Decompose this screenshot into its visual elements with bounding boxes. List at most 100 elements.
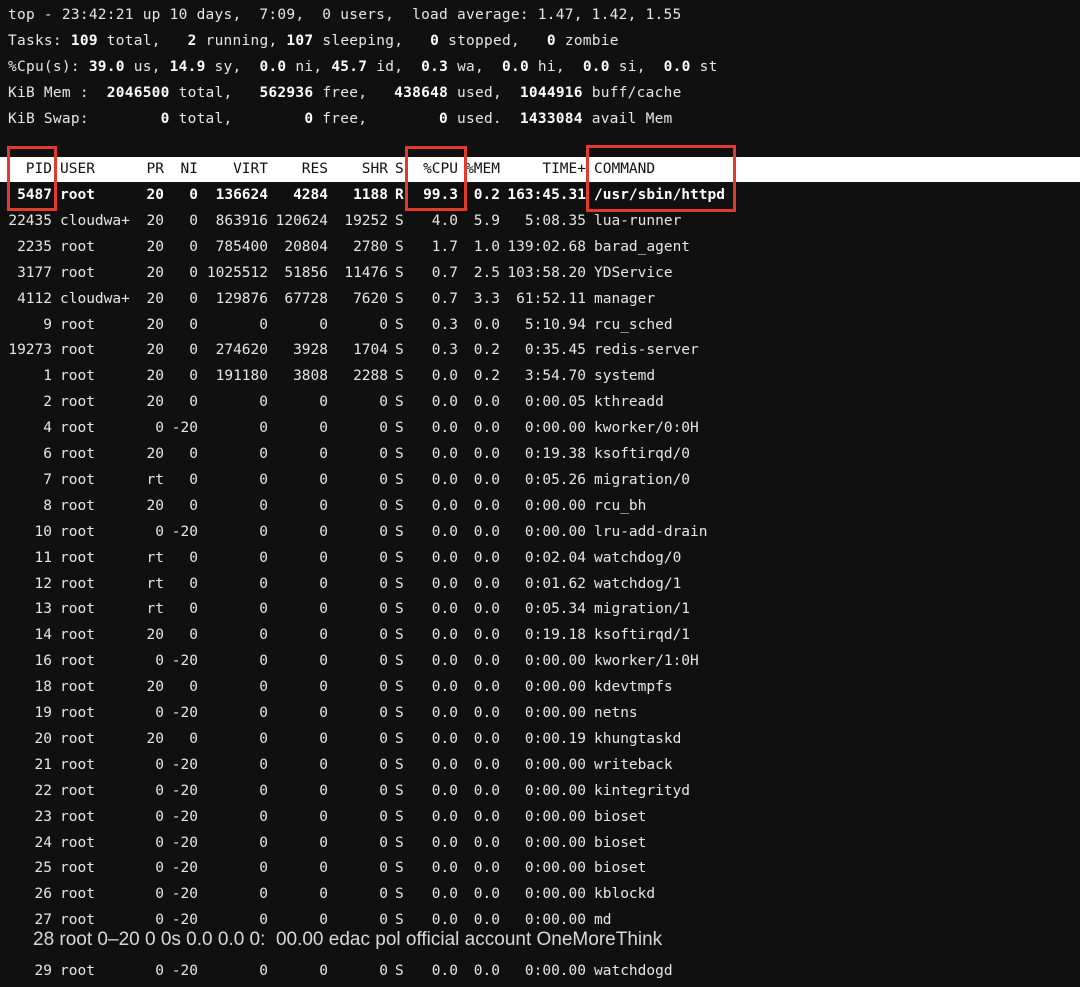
cell-pid: 21 [34, 756, 52, 773]
mem-free: 562936 [259, 85, 314, 101]
col-header-pid[interactable]: PID [8, 157, 52, 182]
col-header-mem[interactable]: %MEM [462, 157, 500, 182]
table-row[interactable]: 5487 root 20 0 136624 4284 1188 R 99.3 0.2 163:45.… [0, 182, 1080, 208]
terminal-window[interactable]: top - 23:42:21 up 10 days, 7:09, 0 users… [0, 0, 1080, 987]
cell-virt: 0 [259, 549, 268, 566]
cell-mem: 0.0 [473, 782, 500, 799]
col-header-ni[interactable]: NI [168, 157, 198, 182]
tasks-total-label: total, [97, 33, 188, 49]
cell-res: 0 [319, 575, 328, 592]
table-row[interactable]: 7 root rt 0 0 0 0 S 0.0 0.0 0:05.26 migration/0 [0, 467, 1080, 493]
table-row[interactable]: 22 root 0 -20 0 0 0 S 0.0 0.0 0:00.00 kintegrityd [0, 778, 1080, 804]
cell-time: 0:19.18 [524, 627, 586, 644]
col-header-cpu[interactable]: %CPU [416, 157, 458, 182]
cell-state: S [395, 601, 404, 618]
table-row[interactable]: 8 root 20 0 0 0 0 S 0.0 0.0 0:00.00 rcu_bh [0, 493, 1080, 519]
cell-shr: 0 [379, 601, 388, 618]
table-row[interactable]: 19273 root 20 0 274620 3928 1704 S 0.3 0.2 0:35.45… [0, 337, 1080, 363]
cell-res: 0 [319, 886, 328, 903]
tasks-running-label: running, [196, 33, 287, 49]
cell-res: 0 [319, 679, 328, 696]
table-row[interactable]: 12 root rt 0 0 0 0 S 0.0 0.0 0:01.62 watchdog/1 [0, 571, 1080, 597]
col-header-state[interactable]: S [395, 157, 409, 182]
cell-time: 139:02.68 [507, 238, 586, 255]
table-row[interactable]: 2 root 20 0 0 0 0 S 0.0 0.0 0:00.05 kthreadd [0, 389, 1080, 415]
cell-cpu: 0.0 [431, 497, 458, 514]
cell-state: S [395, 446, 404, 462]
table-row[interactable]: 26 root 0 -20 0 0 0 S 0.0 0.0 0:00.00 kblockd [0, 881, 1080, 907]
table-row[interactable]: 24 root 0 -20 0 0 0 S 0.0 0.0 0:00.00 bioset [0, 830, 1080, 856]
col-header-command[interactable]: COMMAND [594, 157, 794, 182]
cell-cpu: 0.0 [431, 834, 458, 851]
cell-virt: 0 [259, 730, 268, 747]
cell-command: kdevtmpfs [594, 679, 673, 696]
cpu-label: %Cpu(s): [8, 59, 89, 75]
col-header-user[interactable]: USER [60, 157, 140, 182]
cell-priority: 20 [146, 627, 164, 644]
table-row[interactable]: 2235 root 20 0 785400 20804 2780 S 1.7 1.0 139:02.… [0, 234, 1080, 260]
cell-pid: 22 [34, 782, 52, 799]
cell-state: S [395, 549, 404, 566]
col-header-pr[interactable]: PR [138, 157, 164, 182]
cell-nice: 0 [189, 549, 198, 566]
cell-res: 0 [319, 316, 328, 333]
table-row[interactable]: 16 root 0 -20 0 0 0 S 0.0 0.0 0:00.00 kworker/1:0H [0, 648, 1080, 674]
cell-priority: 20 [146, 679, 164, 696]
cell-pid: 11 [34, 549, 52, 566]
cell-time: 0:00.00 [524, 497, 586, 514]
cell-cpu: 0.3 [431, 342, 458, 359]
cell-command: YDService [594, 264, 673, 281]
cell-priority: rt [146, 549, 164, 566]
cell-time: 5:10.94 [524, 316, 586, 333]
table-row[interactable]: 25 root 0 -20 0 0 0 S 0.0 0.0 0:00.00 bioset [0, 855, 1080, 881]
table-row[interactable]: 10 root 0 -20 0 0 0 S 0.0 0.0 0:00.00 lru-add-drain [0, 519, 1080, 545]
summary-mem-line: KiB Mem : 2046500 total, 562936 free, 43… [8, 82, 682, 104]
table-row[interactable]: 14 root 20 0 0 0 0 S 0.0 0.0 0:19.18 ksoftirqd/1 [0, 622, 1080, 648]
table-row[interactable]: 23 root 0 -20 0 0 0 S 0.0 0.0 0:00.00 bioset [0, 804, 1080, 830]
table-row[interactable]: 1 root 20 0 191180 3808 2288 S 0.0 0.2 3:54.70 syst… [0, 363, 1080, 389]
cell-state: S [395, 316, 404, 333]
col-header-time[interactable]: TIME+ [506, 157, 586, 182]
cell-virt: 0 [259, 963, 268, 979]
table-row[interactable]: 11 root rt 0 0 0 0 S 0.0 0.0 0:02.04 watchdog/0 [0, 545, 1080, 571]
table-row[interactable]: 20 root 20 0 0 0 0 S 0.0 0.0 0:00.19 khungtaskd [0, 726, 1080, 752]
col-header-shr[interactable]: SHR [330, 157, 388, 182]
table-row[interactable]: 19 root 0 -20 0 0 0 S 0.0 0.0 0:00.00 netns [0, 700, 1080, 726]
cell-user: root [60, 782, 95, 799]
cell-nice: 0 [189, 316, 198, 333]
col-header-virt[interactable]: VIRT [200, 157, 268, 182]
table-row[interactable]: 4 root 0 -20 0 0 0 S 0.0 0.0 0:00.00 kworker/0:0H [0, 415, 1080, 441]
cell-nice: 0 [189, 575, 198, 592]
table-row[interactable]: 9 root 20 0 0 0 0 S 0.3 0.0 5:10.94 rcu_sched [0, 312, 1080, 338]
cell-virt: 0 [259, 601, 268, 618]
swap-label: KiB Swap: [8, 111, 161, 127]
cell-time: 0:00.19 [524, 730, 586, 747]
table-row[interactable]: 18 root 20 0 0 0 0 S 0.0 0.0 0:00.00 kdevtmpfs [0, 674, 1080, 700]
cell-command: kworker/0:0H [594, 420, 699, 437]
cell-nice: -20 [171, 523, 198, 540]
table-row[interactable]: 22435 cloudwa+ 20 0 863916 120624 19252 S 4.0 5.9… [0, 208, 1080, 234]
table-row[interactable]: 4112 cloudwa+ 20 0 129876 67728 7620 S 0.7 3.3 61:… [0, 286, 1080, 312]
cell-virt: 274620 [215, 342, 268, 359]
table-row[interactable]: 6 root 20 0 0 0 0 S 0.0 0.0 0:19.38 ksoftirqd/0 [0, 441, 1080, 467]
cell-res: 67728 [284, 290, 328, 307]
col-header-res[interactable]: RES [270, 157, 328, 182]
table-row[interactable]: 21 root 0 -20 0 0 0 S 0.0 0.0 0:00.00 writeback [0, 752, 1080, 778]
cell-res: 0 [319, 834, 328, 851]
cell-mem: 0.0 [473, 627, 500, 644]
cell-mem: 0.0 [473, 601, 500, 618]
cell-state: S [395, 497, 404, 514]
cell-cpu: 0.0 [431, 368, 458, 385]
cell-shr: 0 [379, 497, 388, 514]
cell-priority: 20 [146, 187, 164, 203]
table-row[interactable]: 13 root rt 0 0 0 0 S 0.0 0.0 0:05.34 migration/1 [0, 596, 1080, 622]
cell-mem: 0.0 [473, 575, 500, 592]
cell-pid: 16 [34, 653, 52, 670]
cell-user: root [60, 420, 95, 437]
table-row[interactable]: 29 root 0 -20 0 0 0 S 0.0 0.0 0:00.00 watchdogd [0, 958, 1080, 984]
cell-state: S [395, 627, 404, 644]
cell-nice: -20 [171, 420, 198, 437]
table-row[interactable]: 3177 root 20 0 1025512 51856 11476 S 0.7 2.5 103:5… [0, 260, 1080, 286]
cell-nice: 0 [189, 264, 198, 281]
cell-mem: 0.0 [473, 471, 500, 488]
